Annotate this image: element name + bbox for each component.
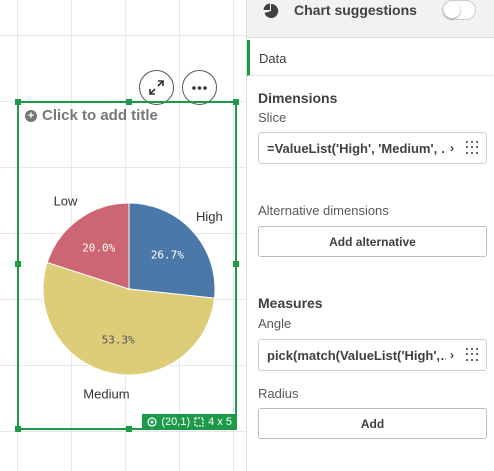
pie-value-label-high: 26.7% xyxy=(151,249,184,262)
pie-category-label-low: Low xyxy=(54,194,78,209)
pie-chart: 26.7% High 53.3% Medium 20.0% Low xyxy=(42,194,223,402)
pie-category-label-medium: Medium xyxy=(83,387,129,402)
chart-suggestions-bar: Chart suggestions xyxy=(247,0,494,38)
pie-category-label-high: High xyxy=(196,209,223,224)
position-icon xyxy=(147,417,157,427)
drag-handle-icon[interactable] xyxy=(466,141,478,155)
angle-expression: pick(match(ValueList('High',… xyxy=(267,347,446,363)
angle-label: Angle xyxy=(258,316,292,331)
chart-suggestions-label: Chart suggestions xyxy=(294,2,417,18)
position-badge: (20,1) 4 x 5 xyxy=(142,414,237,430)
more-options-icon xyxy=(192,85,207,90)
sheet-canvas[interactable]: + Click to add title 26.7% High 53.3% Mediu… xyxy=(0,0,246,471)
expand-icon xyxy=(149,80,164,95)
angle-measure-field[interactable]: pick(match(ValueList('High',… › xyxy=(258,339,487,371)
size-icon xyxy=(194,417,204,427)
slice-label: Slice xyxy=(258,110,287,125)
toggle-knob xyxy=(444,2,460,18)
measures-heading: Measures xyxy=(258,295,323,311)
alternative-dimensions-label: Alternative dimensions xyxy=(258,203,389,218)
chart-suggestions-toggle[interactable] xyxy=(442,0,476,20)
more-options-button[interactable] xyxy=(182,70,217,105)
add-radius-button[interactable]: Add xyxy=(258,408,487,439)
size-label: 4 x 5 xyxy=(208,416,232,428)
pie-chart-object[interactable]: + Click to add title 26.7% High 53.3% Mediu… xyxy=(15,99,239,432)
add-alternative-button[interactable]: Add alternative xyxy=(258,226,487,257)
slice-dimension-field[interactable]: =ValueList('High', 'Medium', … › xyxy=(258,132,487,164)
drag-handle-icon[interactable] xyxy=(466,348,478,362)
chart-suggestions-icon xyxy=(263,3,279,18)
radius-label: Radius xyxy=(258,386,299,401)
dimensions-heading: Dimensions xyxy=(258,90,338,106)
chevron-right-icon: › xyxy=(450,348,454,362)
expand-button[interactable] xyxy=(139,70,174,105)
properties-panel: Chart suggestions Data Dimensions Slice … xyxy=(246,0,494,471)
tab-data[interactable]: Data xyxy=(247,40,494,76)
position-label: (20,1) xyxy=(161,416,191,428)
pie-value-label-low: 20.0% xyxy=(82,241,115,254)
pie-value-label-medium: 53.3% xyxy=(102,333,135,346)
slice-expression: =ValueList('High', 'Medium', … xyxy=(267,140,446,156)
chevron-right-icon: › xyxy=(450,141,454,155)
